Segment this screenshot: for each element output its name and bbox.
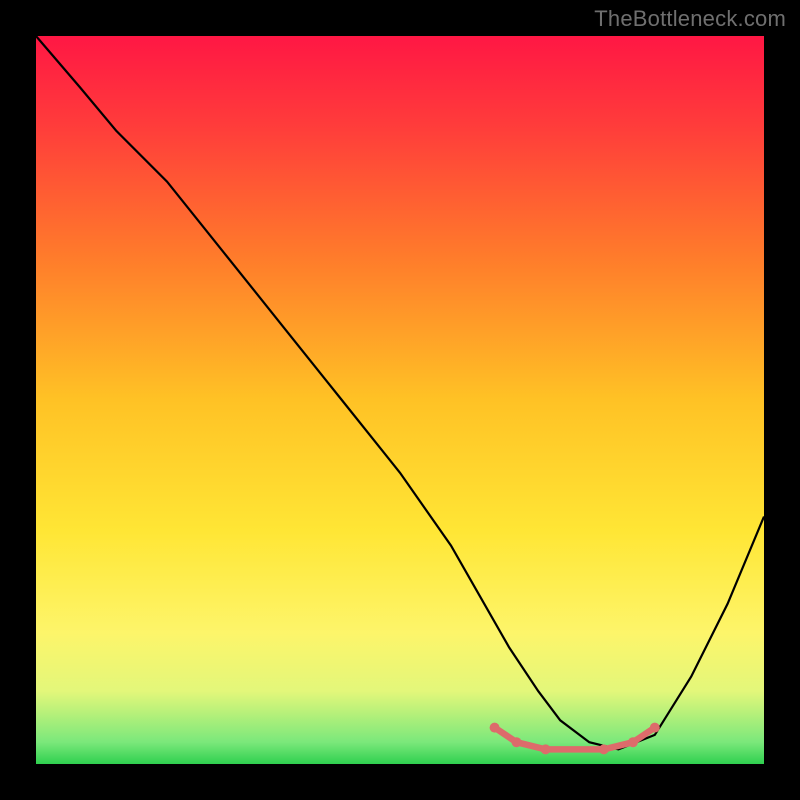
- gradient-background: [36, 36, 764, 764]
- plot-area: [36, 36, 764, 764]
- optimal-range-dot: [628, 737, 638, 747]
- optimal-range-dot: [490, 723, 500, 733]
- optimal-range-dot: [512, 737, 522, 747]
- bottleneck-chart: [36, 36, 764, 764]
- chart-frame: TheBottleneck.com: [0, 0, 800, 800]
- optimal-range-dot: [541, 744, 551, 754]
- optimal-range-dot: [599, 744, 609, 754]
- attribution-text: TheBottleneck.com: [594, 6, 786, 32]
- optimal-range-dot: [650, 723, 660, 733]
